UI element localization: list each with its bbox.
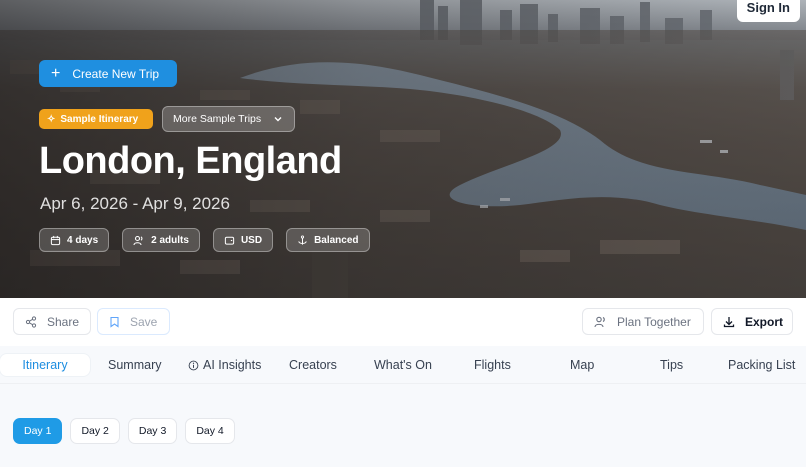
tab-summary[interactable]: Summary [108, 354, 161, 376]
tab-ai-insights[interactable]: AI Insights [188, 354, 261, 376]
tab-flights[interactable]: Flights [474, 354, 511, 376]
bookmark-icon [110, 316, 119, 328]
create-new-trip-label: Create New Trip [72, 66, 160, 81]
tab-tips[interactable]: Tips [660, 354, 683, 376]
pace-label: Balanced [314, 234, 359, 246]
plan-together-button[interactable]: Plan Together [582, 308, 704, 335]
people-icon [594, 316, 605, 327]
more-sample-trips-dropdown[interactable]: More Sample Trips [162, 106, 295, 132]
sign-in-button[interactable]: Sign In [736, 0, 800, 22]
download-icon [723, 316, 735, 327]
currency-label: USD [240, 234, 263, 246]
day-selector: Day 1 Day 2 Day 3 Day 4 [13, 418, 235, 444]
trip-chips: 4 days 2 adults USD Balanced [39, 228, 370, 252]
duration-chip: 4 days [39, 228, 110, 252]
tab-creators[interactable]: Creators [289, 354, 337, 376]
trip-dates: Apr 6, 2026 - Apr 9, 2026 [40, 194, 230, 213]
hero-banner: Sign In + Create New Trip ✧ Sample Itine… [0, 0, 806, 298]
day-2-button[interactable]: Day 2 [70, 418, 120, 444]
plan-together-label: Plan Together [617, 314, 691, 329]
duration-label: 4 days [67, 234, 99, 246]
tab-itinerary[interactable]: Itinerary [0, 354, 90, 376]
currency-chip: USD [212, 228, 274, 252]
trip-page: Sign In + Create New Trip ✧ Sample Itine… [0, 0, 806, 467]
day-4-button[interactable]: Day 4 [185, 418, 235, 444]
tab-bar: Itinerary Summary AI Insights Creators W… [0, 346, 806, 384]
tab-ai-insights-label: AI Insights [203, 358, 262, 372]
tab-whats-on[interactable]: What's On [374, 354, 432, 376]
share-icon [25, 315, 37, 328]
more-sample-trips-label: More Sample Trips [173, 113, 262, 125]
tab-packing-list[interactable]: Packing List [728, 354, 795, 376]
travelers-label: 2 adults [151, 234, 189, 246]
share-label: Share [47, 314, 80, 329]
day-1-button[interactable]: Day 1 [13, 418, 63, 444]
sample-itinerary-label: Sample Itinerary [60, 113, 139, 125]
sparkle-icon: ✧ [47, 113, 56, 125]
anchor-icon [298, 234, 307, 245]
share-button[interactable]: Share [13, 308, 91, 335]
plus-icon: + [51, 64, 61, 82]
chevron-down-icon [274, 117, 282, 122]
calendar-icon [50, 235, 61, 245]
save-label: Save [130, 314, 158, 329]
trip-title: London, England [39, 140, 342, 182]
sample-itinerary-badge: ✧ Sample Itinerary [39, 109, 153, 129]
info-icon [188, 360, 199, 370]
day-3-button[interactable]: Day 3 [127, 418, 178, 444]
create-new-trip-button[interactable]: + Create New Trip [39, 60, 177, 87]
travelers-chip: 2 adults [122, 228, 200, 252]
wallet-icon [224, 236, 235, 245]
export-label: Export [745, 314, 784, 329]
save-button[interactable]: Save [97, 308, 170, 335]
export-button[interactable]: Export [711, 308, 793, 335]
action-bar: Share Save Plan Together Export [0, 298, 806, 346]
pace-chip: Balanced [286, 228, 370, 252]
people-icon [133, 235, 143, 245]
tab-map[interactable]: Map [570, 354, 594, 376]
